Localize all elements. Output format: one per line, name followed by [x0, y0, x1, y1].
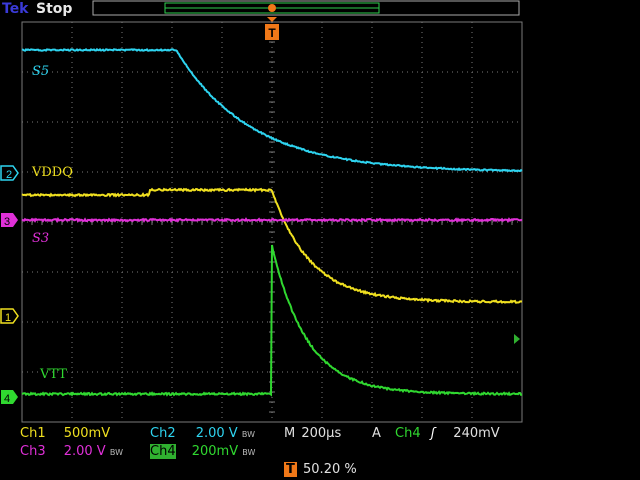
- ch3-readout[interactable]: Ch3 2.00 V BW: [20, 445, 123, 459]
- ch3-name: Ch3: [20, 444, 46, 459]
- ch2-marker-label: 2: [6, 169, 12, 181]
- horizontal-position-value: 50.20 %: [303, 462, 357, 477]
- trigger-position-icon: T: [284, 462, 297, 477]
- trigger-source: Ch4: [395, 426, 421, 441]
- vddq-label: VDDQ: [32, 165, 73, 180]
- ch2-ground-marker[interactable]: 2: [1, 166, 18, 181]
- brand-logo: Tek: [2, 0, 29, 18]
- ch3-bandwidth-limit: BW: [110, 448, 123, 457]
- timebase-label: M: [284, 426, 295, 441]
- trigger-position-dot: [268, 4, 276, 12]
- ch2-scale: 2.00 V: [196, 426, 238, 441]
- trigger-marker-label: T: [268, 26, 276, 40]
- trigger-level: 240mV: [453, 426, 499, 441]
- ch1-name: Ch1: [20, 426, 46, 441]
- timebase-readout[interactable]: M 200µs: [284, 427, 341, 441]
- ch3-marker-label: 3: [4, 216, 10, 228]
- ch4-name: Ch4: [150, 444, 176, 459]
- ch2-name: Ch2: [150, 426, 176, 441]
- ch4-scale: 200mV: [192, 444, 238, 459]
- ch4-readout[interactable]: Ch4 200mV BW: [150, 445, 255, 459]
- ch4-marker-label: 4: [4, 393, 10, 405]
- acquisition-status: Stop: [36, 0, 72, 18]
- ch3-ground-marker[interactable]: 3: [1, 213, 18, 228]
- ch3-scale: 2.00 V: [64, 444, 106, 459]
- oscilloscope-display: T 2 3 1 4: [0, 0, 640, 480]
- svg-text:1: 1: [5, 312, 11, 324]
- trigger-level-marker[interactable]: [514, 334, 520, 344]
- ch1-ground-marker[interactable]: 1: [1, 309, 18, 324]
- trigger-point-marker[interactable]: T: [265, 17, 279, 40]
- s5-label: S5: [32, 64, 49, 79]
- ch1-scale: 500mV: [64, 426, 110, 441]
- ch4-bandwidth-limit: BW: [242, 448, 255, 457]
- trigger-slope-icon: ʃ: [431, 426, 435, 441]
- ch2-bandwidth-limit: BW: [242, 430, 255, 439]
- ch4-ground-marker[interactable]: 4: [1, 390, 18, 405]
- ch1-readout[interactable]: Ch1 500mV: [20, 427, 110, 441]
- vtt-label: VTT: [40, 367, 67, 382]
- timebase-value: 200µs: [301, 426, 341, 441]
- trigger-mode: A: [372, 426, 381, 441]
- s3-waveform: [22, 219, 522, 221]
- horizontal-position-readout[interactable]: T 50.20 %: [284, 463, 357, 477]
- s3-label: S3: [32, 231, 49, 246]
- trigger-readout[interactable]: A Ch4 ʃ 240mV: [372, 427, 500, 441]
- ch2-readout[interactable]: Ch2 2.00 V BW: [150, 427, 255, 441]
